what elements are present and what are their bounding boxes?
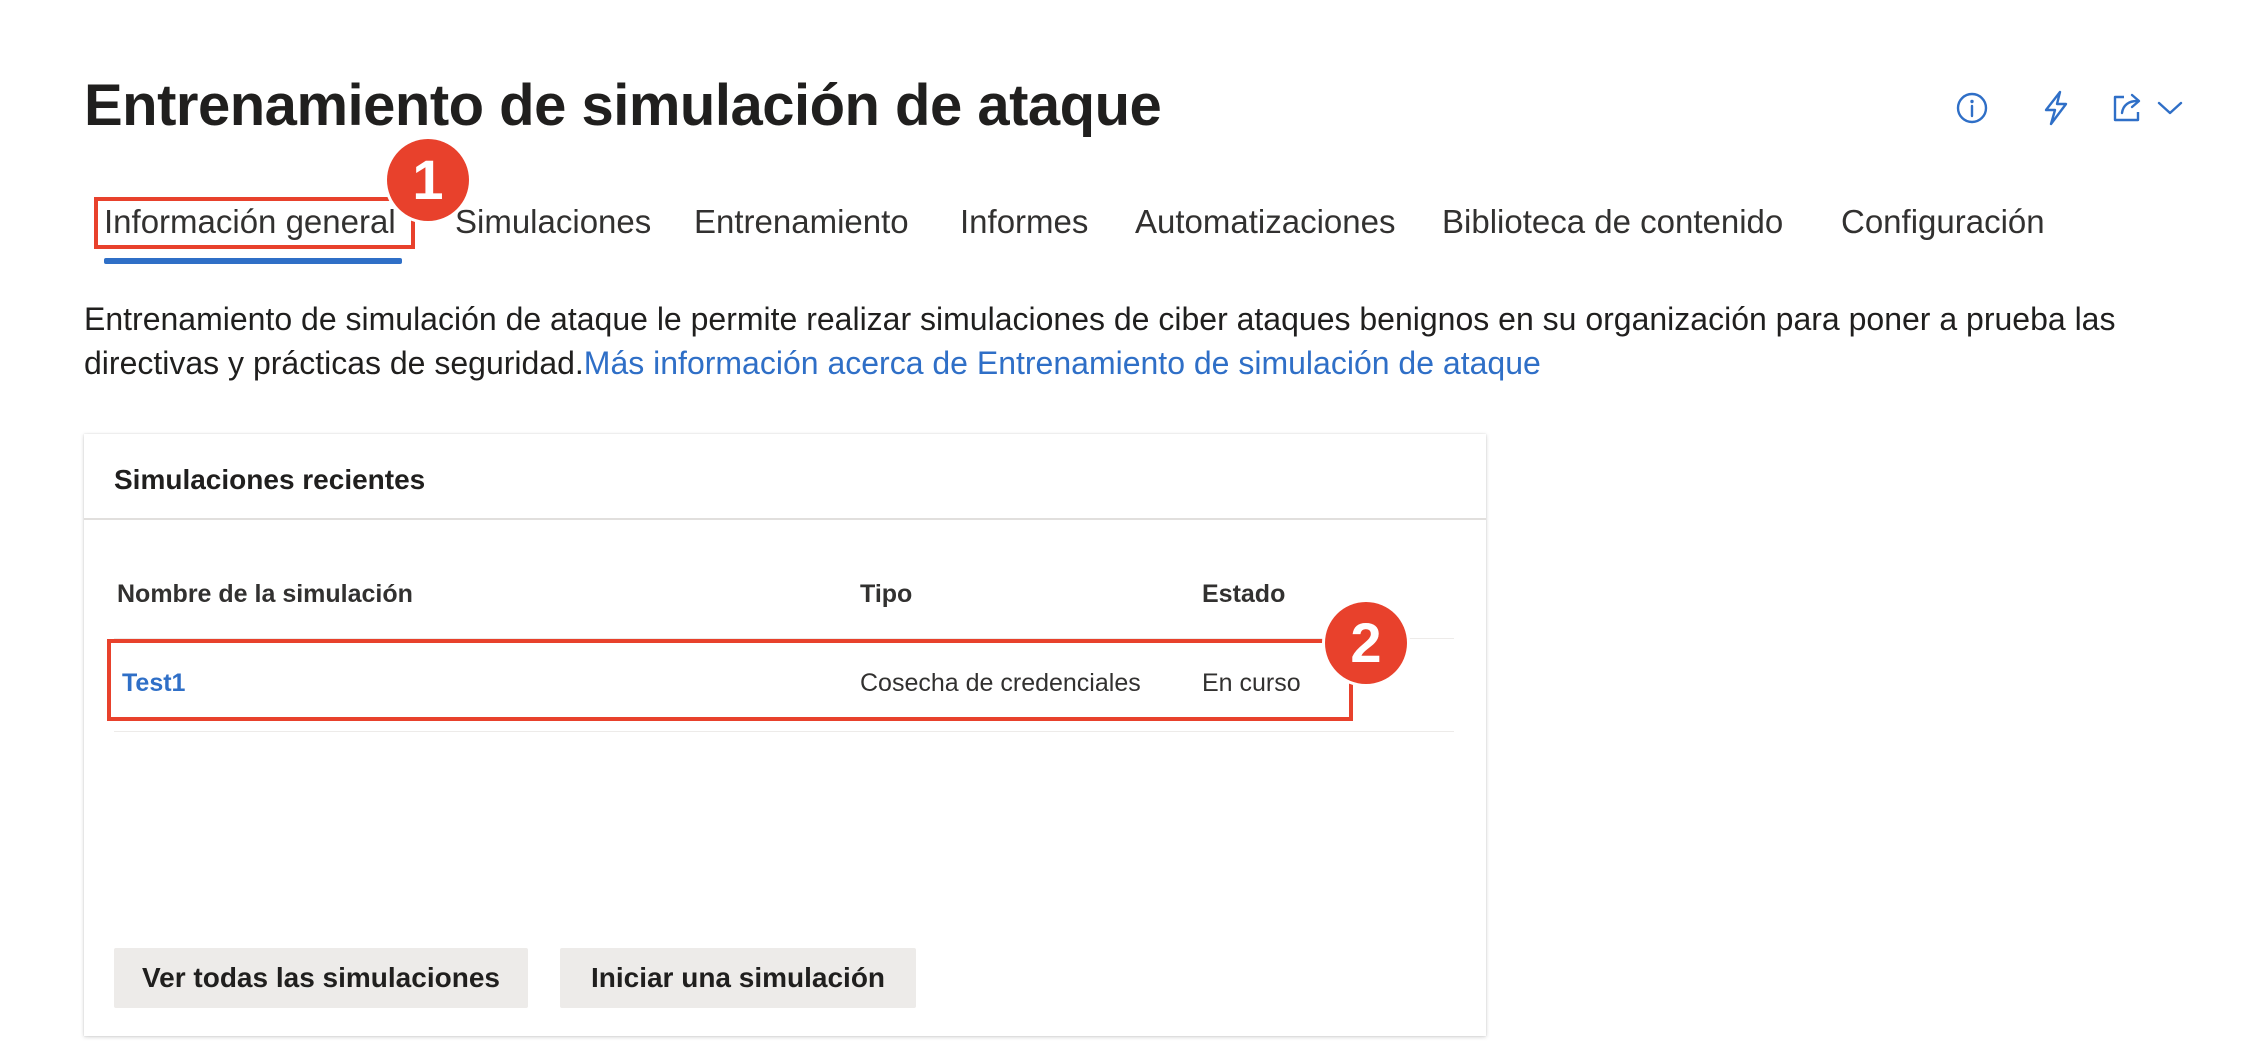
intro-paragraph: Entrenamiento de simulación de ataque le… bbox=[84, 297, 2164, 385]
view-all-simulations-button[interactable]: Ver todas las simulaciones bbox=[114, 948, 528, 1008]
tab-entrenamiento[interactable]: Entrenamiento bbox=[694, 196, 909, 248]
column-header-name[interactable]: Nombre de la simulación bbox=[117, 576, 413, 612]
page-title: Entrenamiento de simulación de ataque bbox=[84, 73, 1162, 138]
launch-simulation-button[interactable]: Iniciar una simulación bbox=[560, 948, 916, 1008]
simulation-name-link[interactable]: Test1 bbox=[122, 665, 185, 701]
chevron-down-icon[interactable] bbox=[2148, 86, 2192, 130]
column-header-status[interactable]: Estado bbox=[1202, 576, 1285, 612]
card-title: Simulaciones recientes bbox=[114, 464, 426, 495]
tab-informes[interactable]: Informes bbox=[960, 196, 1088, 248]
tab-biblioteca-de-contenido[interactable]: Biblioteca de contenido bbox=[1442, 196, 1783, 248]
tab-configuracion[interactable]: Configuración bbox=[1841, 196, 2045, 248]
share-icon[interactable] bbox=[2106, 86, 2150, 130]
column-header-type[interactable]: Tipo bbox=[860, 576, 912, 612]
tab-informacion-general[interactable]: Información general bbox=[104, 196, 396, 248]
recent-simulations-card: Simulaciones recientes Nombre de la simu… bbox=[84, 434, 1486, 1036]
tab-simulaciones[interactable]: Simulaciones bbox=[455, 196, 651, 248]
top-actions bbox=[1950, 86, 2210, 130]
simulation-status: En curso bbox=[1202, 669, 1301, 697]
simulation-type: Cosecha de credenciales bbox=[860, 669, 1141, 697]
tab-automatizaciones[interactable]: Automatizaciones bbox=[1135, 196, 1395, 248]
lightning-icon[interactable] bbox=[2034, 86, 2078, 130]
table-row[interactable]: Test1 Cosecha de credenciales En curso bbox=[114, 638, 1454, 732]
learn-more-link[interactable]: Más información acerca de Entrenamiento … bbox=[584, 345, 1541, 381]
selected-tab-indicator bbox=[104, 258, 402, 264]
info-icon[interactable] bbox=[1950, 86, 1994, 130]
annotation-badge-2: 2 bbox=[1325, 602, 1407, 684]
card-divider bbox=[84, 518, 1486, 520]
annotation-badge-1: 1 bbox=[387, 139, 469, 221]
